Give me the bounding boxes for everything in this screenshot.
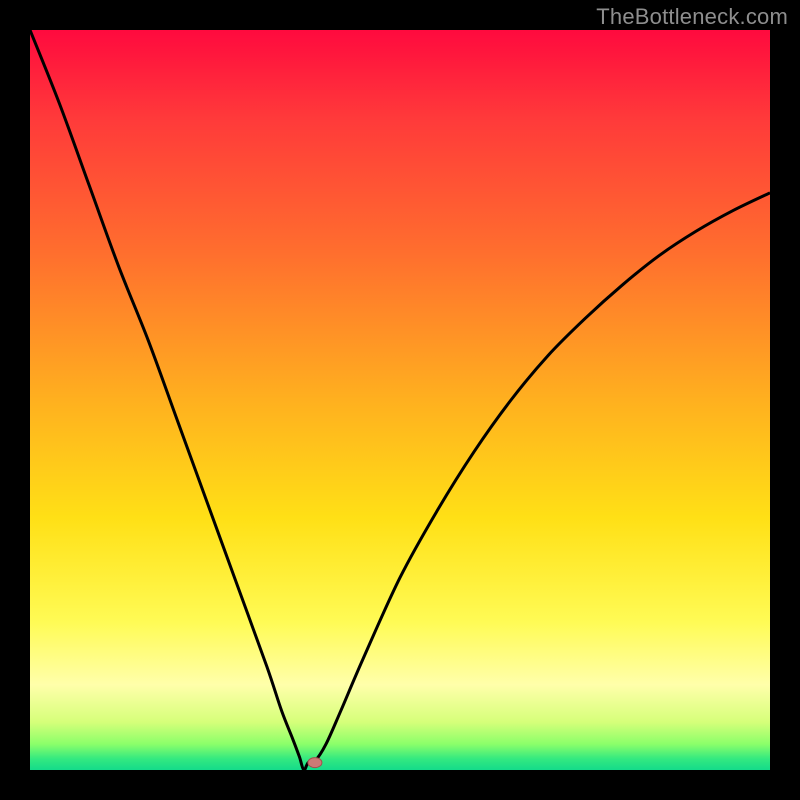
gradient-background: [30, 30, 770, 770]
chart-frame: TheBottleneck.com: [0, 0, 800, 800]
attribution-label: TheBottleneck.com: [596, 4, 788, 30]
bottleneck-chart: [30, 30, 770, 770]
optimal-point-marker: [308, 758, 322, 768]
plot-area: [30, 30, 770, 770]
